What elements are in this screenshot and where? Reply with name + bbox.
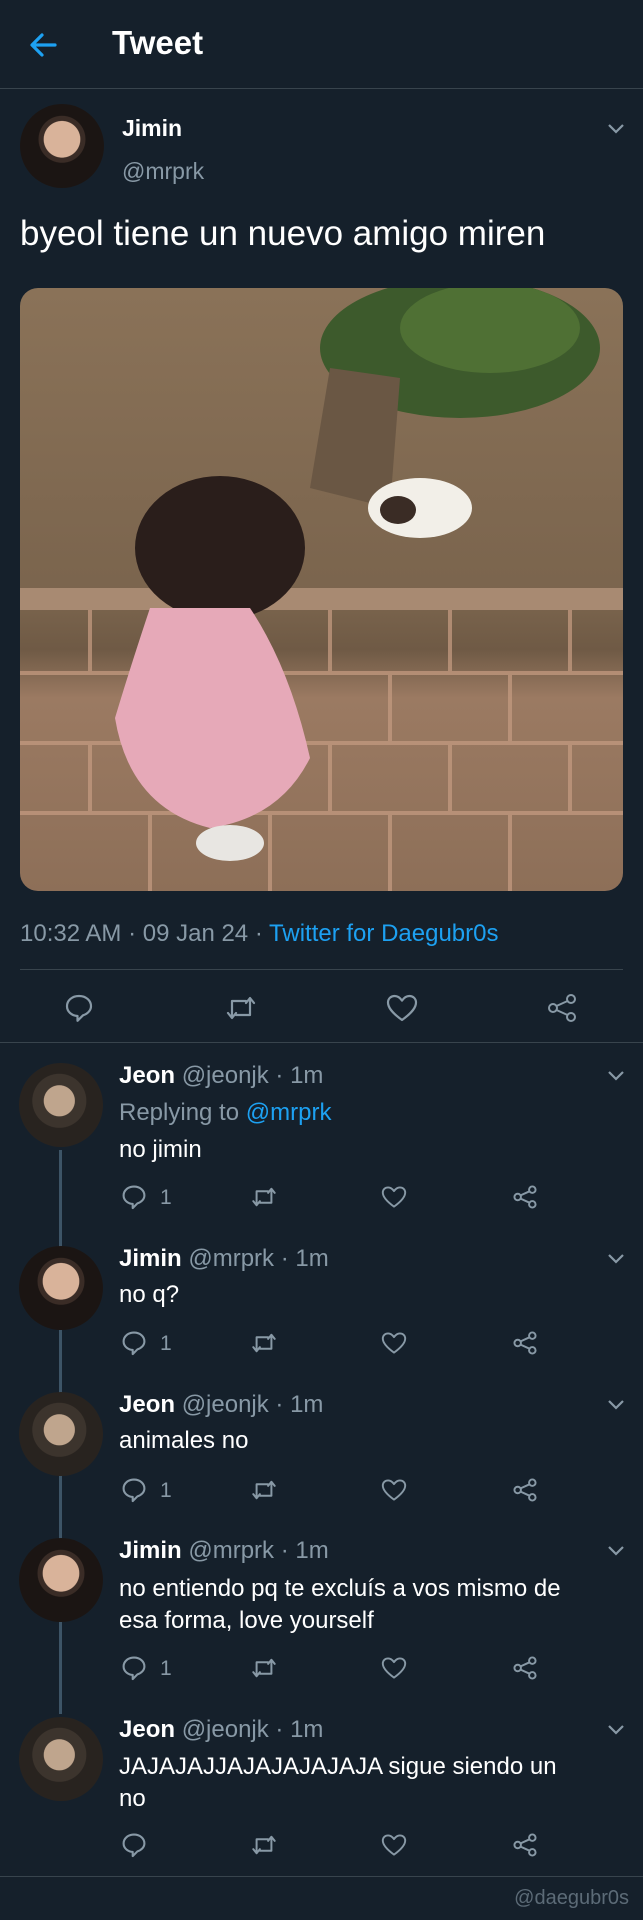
retweet-icon[interactable] <box>224 993 258 1023</box>
chevron-down-icon[interactable] <box>607 1252 625 1264</box>
tweet-meta: 10:32 AM · 09 Jan 24 · Twitter for Daegu… <box>20 920 498 948</box>
retweet-icon[interactable] <box>250 1832 278 1858</box>
reply-author-name[interactable]: Jeon <box>119 1391 175 1418</box>
reply-author-name[interactable]: Jimin <box>119 1245 182 1272</box>
thread-line <box>59 1476 62 1542</box>
reply-count: 1 <box>160 1657 172 1680</box>
thread-line <box>59 1622 62 1714</box>
divider <box>20 969 623 970</box>
reply-text: JAJAJAJJAJAJAJAJAJA sigue siendo un no <box>119 1751 557 1815</box>
divider <box>0 1042 643 1043</box>
divider <box>0 1876 643 1877</box>
author-name[interactable]: Jimin <box>122 115 182 142</box>
chevron-down-icon[interactable] <box>607 1544 625 1556</box>
retweet-icon[interactable] <box>250 1477 278 1503</box>
top-bar: Tweet <box>0 0 643 89</box>
reply-count: 1 <box>160 1186 172 1209</box>
avatar[interactable] <box>20 104 104 188</box>
reply-author-name[interactable]: Jimin <box>119 1537 182 1564</box>
thread-line <box>59 1150 62 1250</box>
reply-text-line: no <box>119 1785 146 1812</box>
reply-author-name[interactable]: Jeon <box>119 1716 175 1743</box>
like-icon[interactable] <box>381 1331 407 1355</box>
share-icon[interactable] <box>512 1832 538 1858</box>
reply-meta: @jeonjk · 1m <box>181 1716 324 1743</box>
reply-text-line: JAJAJAJJAJAJAJAJAJA sigue siendo un <box>119 1753 557 1780</box>
retweet-icon[interactable] <box>250 1184 278 1210</box>
watermark: @daegubr0s <box>514 1887 629 1909</box>
avatar[interactable] <box>19 1538 103 1622</box>
chevron-down-icon[interactable] <box>607 1723 625 1735</box>
reply-text-line: no entiendo pq te excluís a vos mismo de <box>119 1575 561 1602</box>
share-icon[interactable] <box>512 1477 538 1503</box>
replying-to-handle[interactable]: @mrprk <box>246 1099 332 1126</box>
avatar[interactable] <box>19 1392 103 1476</box>
reply-text: no entiendo pq te excluís a vos mismo de… <box>119 1573 561 1637</box>
reply-icon[interactable] <box>121 1655 147 1681</box>
reply-meta: @jeonjk · 1m <box>181 1062 324 1089</box>
avatar[interactable] <box>19 1717 103 1801</box>
share-icon[interactable] <box>512 1330 538 1356</box>
reply-text: no jimin <box>119 1136 202 1163</box>
like-icon[interactable] <box>381 1656 407 1680</box>
reply-meta: @jeonjk · 1m <box>181 1391 324 1418</box>
avatar[interactable] <box>19 1063 103 1147</box>
like-icon[interactable] <box>381 1478 407 1502</box>
reply-author-name[interactable]: Jeon <box>119 1062 175 1089</box>
chevron-down-icon[interactable] <box>607 1398 625 1410</box>
replying-to-label: Replying to <box>119 1099 246 1126</box>
author-handle[interactable]: @mrprk <box>122 158 204 185</box>
thread-line <box>59 1330 62 1396</box>
chevron-down-icon[interactable] <box>607 122 625 134</box>
reply-count: 1 <box>160 1332 172 1355</box>
reply-icon[interactable] <box>121 1184 147 1210</box>
retweet-icon[interactable] <box>250 1655 278 1681</box>
tweet-time: 10:32 AM · 09 Jan 24 · <box>20 920 270 947</box>
reply-meta: @mrprk · 1m <box>188 1245 329 1272</box>
reply-count: 1 <box>160 1479 172 1502</box>
tweet-text: byeol tiene un nuevo amigo miren <box>20 214 546 253</box>
retweet-icon[interactable] <box>250 1330 278 1356</box>
reply-text-line: esa forma, love yourself <box>119 1607 374 1634</box>
reply-text: animales no <box>119 1427 249 1454</box>
reply-icon[interactable] <box>121 1832 147 1858</box>
tweet-source[interactable]: Twitter for Daegubr0s <box>269 920 498 947</box>
reply-text: no q? <box>119 1281 180 1308</box>
chevron-down-icon[interactable] <box>607 1069 625 1081</box>
avatar[interactable] <box>19 1246 103 1330</box>
page-title: Tweet <box>112 24 204 61</box>
like-icon[interactable] <box>381 1833 407 1857</box>
like-icon[interactable] <box>381 1185 407 1209</box>
reply-icon[interactable] <box>121 1477 147 1503</box>
reply-icon[interactable] <box>121 1330 147 1356</box>
share-icon[interactable] <box>512 1184 538 1210</box>
reply-icon[interactable] <box>64 993 94 1023</box>
share-icon[interactable] <box>512 1655 538 1681</box>
tweet-photo[interactable] <box>20 288 623 891</box>
reply-meta: @mrprk · 1m <box>188 1537 329 1564</box>
like-icon[interactable] <box>386 993 418 1023</box>
back-arrow-icon[interactable] <box>26 28 60 62</box>
share-icon[interactable] <box>546 992 578 1024</box>
